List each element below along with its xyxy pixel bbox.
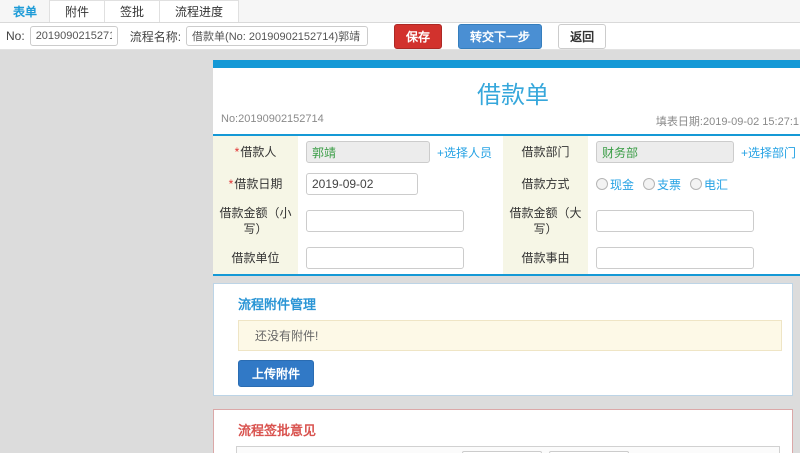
process-name-input[interactable]: [186, 26, 369, 46]
loan-date-label: *借款日期: [213, 168, 298, 200]
radio-circle-icon: [643, 178, 656, 190]
radio-circle-icon: [596, 178, 608, 190]
amount-lower-field[interactable]: [306, 210, 464, 232]
loan-method-radiogroup: 现金 支票 电汇: [596, 176, 800, 193]
editor-toolbar: B I abc ✎ ∞ ∞ ⚑ ≡ ≡ ⇤ ⇥ ” 样式 ▾: [237, 447, 779, 453]
table-row: 借款金额（小写） 借款金额（大写）: [213, 200, 800, 242]
radio-cash[interactable]: 现金: [596, 176, 634, 193]
loan-reason-field[interactable]: [596, 247, 754, 269]
divider-bottom: [213, 274, 800, 276]
no-attachments-alert: 还没有附件!: [238, 320, 782, 351]
no-label: No:: [6, 29, 25, 43]
amount-lower-label: 借款金额（小写）: [213, 200, 298, 242]
card-top-accent-bar: [213, 60, 800, 68]
table-row: *借款日期 借款方式 现金 支票: [213, 168, 800, 200]
form-no-text: No:20190902152714: [221, 113, 324, 125]
borrower-label: *借款人: [213, 136, 298, 168]
loan-method-label: 借款方式: [503, 168, 588, 200]
department-label: 借款部门: [503, 136, 588, 168]
select-person-link[interactable]: +选择人员: [437, 144, 492, 161]
radio-circle-icon: [690, 178, 703, 190]
borrower-field[interactable]: [306, 141, 430, 163]
forward-next-step-button[interactable]: 转交下一步: [458, 23, 543, 49]
attachments-panel-title: 流程附件管理: [238, 297, 317, 312]
action-toolbar: No: 流程名称: 保存 转交下一步 返回: [0, 23, 800, 50]
upload-attachment-button[interactable]: 上传附件: [238, 360, 315, 387]
tab-form[interactable]: 表单: [0, 0, 50, 22]
loan-reason-label: 借款事由: [503, 242, 588, 274]
main-content: 借款单 No:20190902152714 填表日期:2019-09-02 15…: [213, 60, 800, 453]
amount-upper-field[interactable]: [596, 210, 754, 232]
rich-text-editor: B I abc ✎ ∞ ∞ ⚑ ≡ ≡ ⇤ ⇥ ” 样式 ▾: [236, 446, 780, 453]
approval-panel-title: 流程签批意见: [238, 423, 317, 438]
radio-wire-transfer[interactable]: 电汇: [690, 176, 728, 193]
radio-cheque[interactable]: 支票: [643, 176, 681, 193]
department-field[interactable]: [596, 141, 734, 163]
amount-upper-label: 借款金额（大写）: [503, 200, 588, 242]
loan-date-field[interactable]: [306, 173, 418, 195]
table-row: 借款单位 借款事由: [213, 242, 800, 274]
required-mark: *: [234, 145, 240, 159]
save-button[interactable]: 保存: [394, 23, 443, 49]
tab-progress[interactable]: 流程进度: [159, 0, 240, 22]
form-date-text: 填表日期:2019-09-02 15:27:1: [655, 116, 799, 128]
attachments-panel: 流程附件管理 还没有附件! 上传附件: [213, 283, 793, 396]
table-row: *借款人 +选择人员 借款部门 +选择部门: [213, 136, 800, 168]
required-mark: *: [228, 177, 234, 191]
tab-bar: 表单 附件 签批 流程进度: [0, 0, 800, 23]
back-button[interactable]: 返回: [558, 23, 607, 49]
form-meta-row: No:20190902152714 填表日期:2019-09-02 15:27:…: [213, 113, 800, 134]
tab-approval[interactable]: 签批: [104, 0, 161, 22]
no-input[interactable]: [29, 26, 118, 46]
loan-form-table: *借款人 +选择人员 借款部门 +选择部门: [213, 136, 800, 274]
process-name-label: 流程名称:: [129, 29, 182, 44]
select-department-link[interactable]: +选择部门: [741, 144, 796, 161]
loan-unit-field[interactable]: [306, 247, 464, 269]
approval-panel: 流程签批意见 B I abc ✎ ∞ ∞ ⚑ ≡ ≡ ⇤ ⇥ ” 样式: [213, 409, 793, 453]
loan-form-card: 借款单 No:20190902152714 填表日期:2019-09-02 15…: [213, 60, 800, 276]
tab-attachments[interactable]: 附件: [49, 0, 106, 22]
form-title: 借款单: [477, 82, 549, 109]
loan-unit-label: 借款单位: [213, 242, 298, 274]
